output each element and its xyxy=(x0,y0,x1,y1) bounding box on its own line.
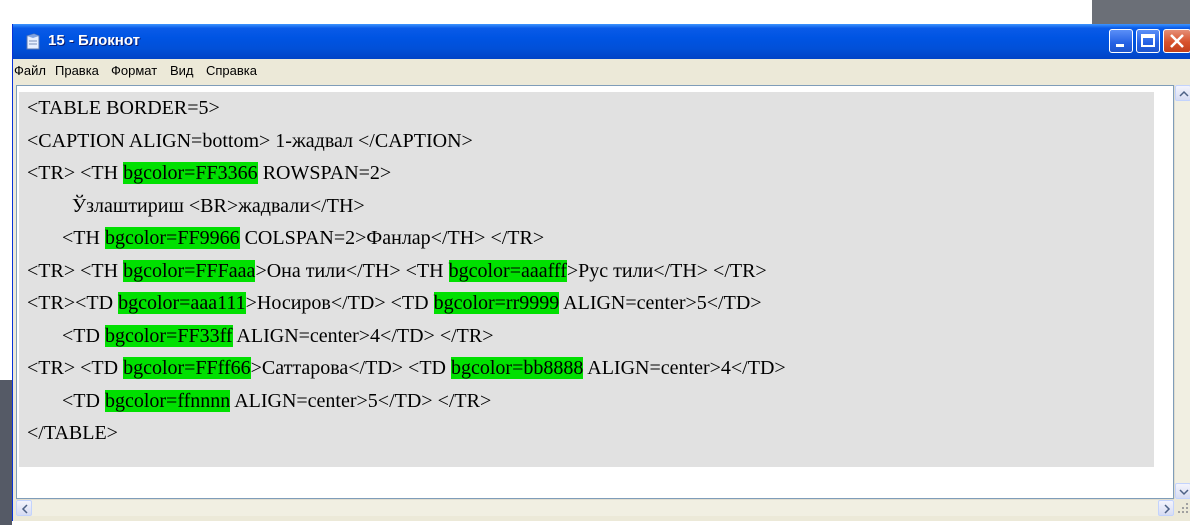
scroll-up-button[interactable] xyxy=(1175,85,1190,101)
scroll-down-button[interactable] xyxy=(1175,483,1190,499)
code-segment: COLSPAN=2>Фанлар</TH> </TR> xyxy=(239,227,545,249)
highlighted-attribute: bgcolor=FF33ff xyxy=(104,324,233,347)
code-segment: >Она тили</TH> <TH xyxy=(255,259,449,282)
highlighted-attribute: bgcolor=aaa111 xyxy=(118,292,246,314)
highlighted-attribute: bgcolor=FFFaaa xyxy=(123,259,256,282)
text-editor[interactable]: <TABLE BORDER=5> <CAPTION ALIGN=bottom> 1… xyxy=(16,85,1174,499)
code-segment: <TR> <TD xyxy=(27,357,124,379)
code-line: <TH bgcolor=FF9966 COLSPAN=2>Фанлар</TH>… xyxy=(27,226,544,250)
highlighted-attribute: bgcolor=aaafff xyxy=(448,259,567,282)
scroll-left-button[interactable] xyxy=(16,500,32,516)
scroll-right-button[interactable] xyxy=(1158,500,1174,516)
horizontal-scrollbar[interactable] xyxy=(16,499,1174,516)
code-segment: <TR><TD xyxy=(27,292,119,314)
menu-file[interactable]: Файл xyxy=(14,63,46,78)
code-segment: <TH xyxy=(27,227,105,249)
code-segment: Ўзлаштириш <BR>жадвали</TH> xyxy=(27,194,365,217)
menu-edit[interactable]: Правка xyxy=(55,63,99,78)
close-icon xyxy=(1170,34,1184,48)
minimize-icon xyxy=(1116,44,1124,47)
code-line: <TABLE BORDER=5> xyxy=(27,96,220,120)
highlighted-attribute: bgcolor=rr9999 xyxy=(433,292,560,314)
title-bar[interactable]: 15 - Блокнот xyxy=(13,24,1190,59)
resize-grip-icon xyxy=(1178,503,1188,513)
highlighted-attribute: bgcolor=ffnnnn xyxy=(104,389,231,412)
code-line: <TR> <TH bgcolor=FF3366 ROWSPAN=2> xyxy=(27,161,391,185)
scroll-up-icon xyxy=(1179,90,1189,97)
notepad-icon[interactable] xyxy=(25,33,41,50)
code-segment: <TR> <TH xyxy=(27,259,124,282)
maximize-button[interactable] xyxy=(1136,29,1160,53)
scroll-left-icon xyxy=(21,504,28,514)
code-segment: >Рус тили</TH> </TR> xyxy=(566,259,767,282)
notepad-window: 15 - Блокнот Файл Правка Формат Вид Спра… xyxy=(12,24,1190,521)
maximize-icon xyxy=(1141,34,1155,47)
minimize-button[interactable] xyxy=(1109,29,1133,53)
code-segment: <TABLE BORDER=5> xyxy=(27,97,220,119)
code-line: <TR> <TH bgcolor=FFFaaa>Она тили</TH> <T… xyxy=(27,259,767,283)
code-segment: <TR> <TH xyxy=(27,162,124,184)
highlighted-attribute: bgcolor=bb8888 xyxy=(451,357,584,379)
menu-bar: Файл Правка Формат Вид Справка xyxy=(13,59,1190,83)
resize-grip[interactable] xyxy=(1174,499,1190,516)
background-strip-left xyxy=(0,380,12,525)
close-button[interactable] xyxy=(1163,29,1190,53)
code-line: <TD bgcolor=ffnnnn ALIGN=center>5</TD> <… xyxy=(27,389,491,413)
menu-format[interactable]: Формат xyxy=(111,63,157,78)
code-segment: >Носиров</TD> <TD xyxy=(245,292,434,314)
code-segment: ALIGN=center>4</TD> xyxy=(583,357,786,379)
menu-view[interactable]: Вид xyxy=(170,63,194,78)
scroll-right-icon xyxy=(1164,504,1171,514)
window-title: 15 - Блокнот xyxy=(48,32,140,49)
background-strip-top xyxy=(1092,0,1190,24)
highlighted-attribute: bgcolor=FF9966 xyxy=(104,227,240,249)
vertical-scrollbar[interactable] xyxy=(1174,85,1190,499)
code-segment: </TABLE> xyxy=(27,422,118,444)
scroll-down-icon xyxy=(1179,489,1189,496)
code-segment: <CAPTION ALIGN=bottom> 1-жадвал </CAPTIO… xyxy=(27,129,473,152)
highlighted-attribute: bgcolor=FF3366 xyxy=(123,162,258,184)
menu-help[interactable]: Справка xyxy=(206,63,257,78)
code-line: <TD bgcolor=FF33ff ALIGN=center>4</TD> <… xyxy=(27,324,494,348)
code-segment: ALIGN=center>5</TD> xyxy=(559,292,762,314)
code-line: <CAPTION ALIGN=bottom> 1-жадвал </CAPTIO… xyxy=(27,129,473,153)
code-line: </TABLE> xyxy=(27,421,118,445)
code-segment: <TD xyxy=(27,389,105,412)
code-line: <TR> <TD bgcolor=FFff66>Саттарова</TD> <… xyxy=(27,356,786,380)
highlighted-attribute: bgcolor=FFff66 xyxy=(123,357,251,379)
code-segment: >Саттарова</TD> <TD xyxy=(250,357,451,379)
code-segment: ROWSPAN=2> xyxy=(257,162,392,184)
code-line: <TR><TD bgcolor=aaa111>Носиров</TD> <TD … xyxy=(27,291,762,315)
code-segment: <TD xyxy=(27,324,105,347)
code-line: Ўзлаштириш <BR>жадвали</TH> xyxy=(27,194,365,218)
code-segment: ALIGN=center>5</TD> </TR> xyxy=(230,389,492,412)
code-segment: ALIGN=center>4</TD> </TR> xyxy=(232,324,494,347)
